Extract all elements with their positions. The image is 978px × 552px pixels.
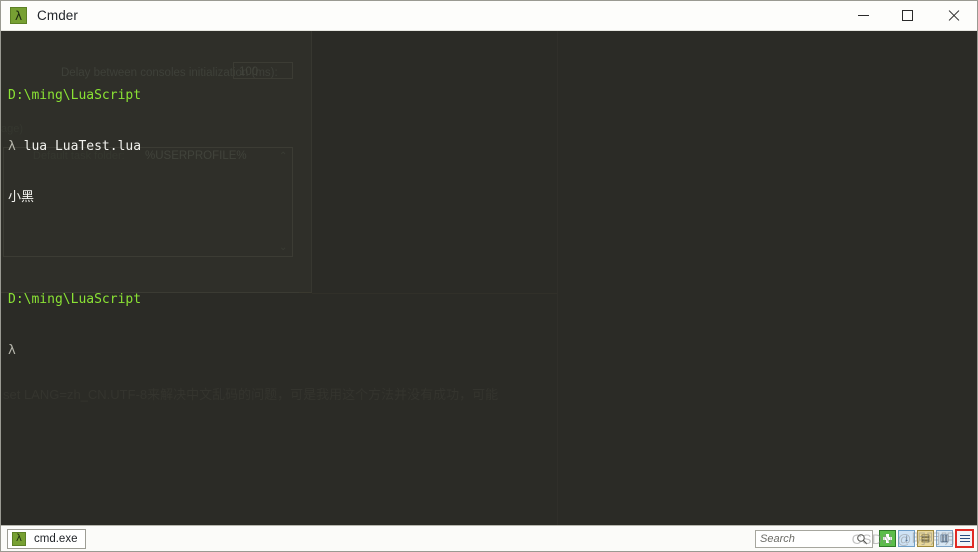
ghost-save-settings-button: Save settings [131,292,299,293]
ghost-chevron-down-icon: ⌄ [279,242,288,253]
lambda-prompt-symbol-1: λ [8,139,16,154]
terminal-surface[interactable]: Delay between consoles initialization (m… [1,31,977,527]
ghost-delay-input [233,62,293,79]
ghost-delay-value: 100 [239,66,259,78]
minimize-icon [857,15,869,16]
ghost-dialog-right-edge [311,31,312,293]
search-box[interactable]: Search [755,529,873,548]
menu-icon[interactable] [955,529,974,548]
terminal-command-line-2: λ [8,342,141,359]
new-console-icon[interactable] [879,530,896,547]
close-icon [947,9,960,22]
pane-divider-secondary [312,293,557,294]
tab-label: cmd.exe [34,532,78,545]
title-bar: λ Cmder [1,1,977,31]
terminal-output: D:\ming\LuaScript λ lua LuaTest.lua 小黑 D… [8,53,141,393]
lambda-prompt-symbol-2: λ [8,343,16,358]
window-title: Cmder [37,8,79,23]
minimize-button[interactable] [841,1,885,31]
terminal-prompt-path-2: D:\ming\LuaScript [8,292,142,307]
window-controls [841,1,977,31]
maximize-icon [901,10,913,21]
status-bar: λ cmd.exe Search ↓ ▤ ▥ CSDN @明明明 [1,525,977,551]
toolbar-icons: ↓ ▤ ▥ [879,529,974,548]
search-input[interactable]: Search [760,533,856,545]
tab-cmd-exe[interactable]: λ cmd.exe [7,528,87,549]
terminal-command-line-1: λ lua LuaTest.lua [8,138,141,155]
split-down-icon[interactable]: ↓ [898,530,915,547]
terminal-command-1: lua LuaTest.lua [15,139,142,154]
lambda-icon: λ [10,7,27,24]
pages-icon[interactable]: ▥ [936,530,953,547]
ghost-userprofile-value: %USERPROFILE% [145,150,247,162]
terminal-prompt-path-1: D:\ming\LuaScript [8,88,142,103]
status-bar-right: Search ↓ ▤ ▥ CSDN @明明明 [755,526,977,552]
pane-divider [557,31,558,527]
magnifier-icon [857,533,868,544]
terminal-output-line-1: 小黑 [8,190,35,205]
cmder-window: λ Cmder Delay between consoles initializ… [0,0,978,552]
maximize-button[interactable] [885,1,929,31]
menu-lines-icon [959,535,970,542]
close-button[interactable] [929,1,977,31]
lock-icon[interactable]: ▤ [917,530,934,547]
lambda-icon: λ [12,531,26,546]
ghost-chevron-up-icon: ⌃ [279,151,288,162]
